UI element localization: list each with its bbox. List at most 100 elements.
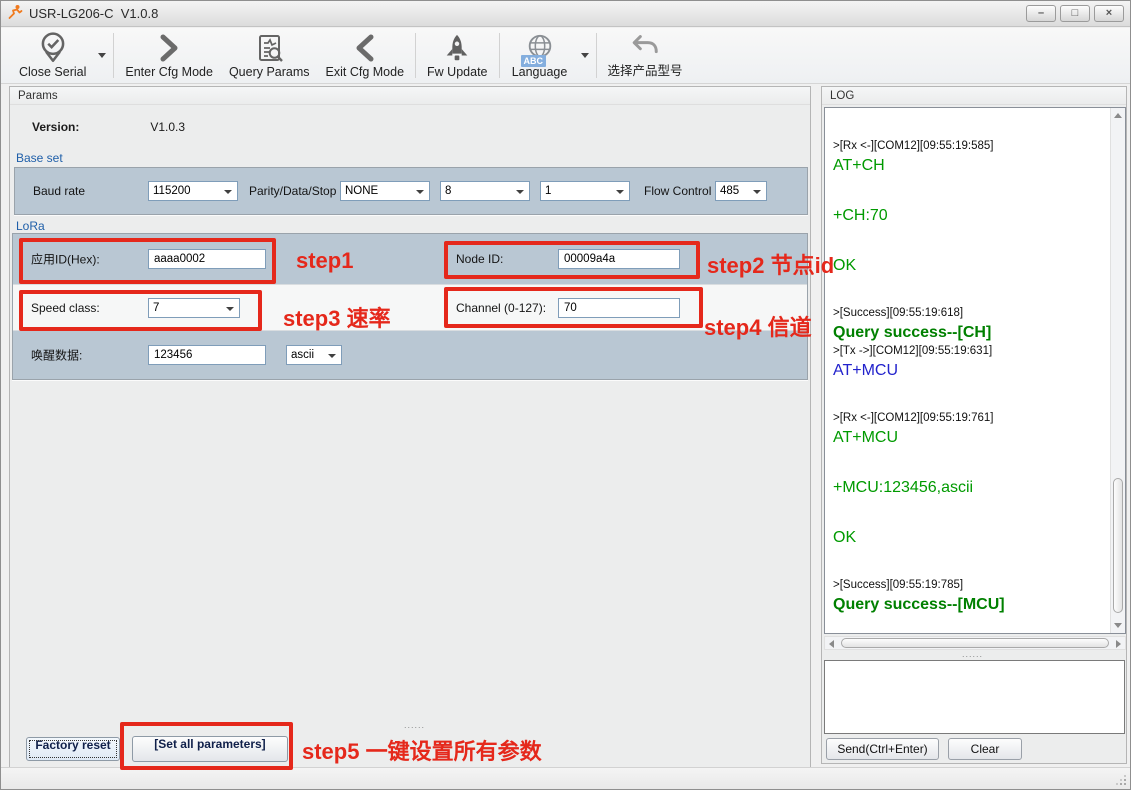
language-button[interactable]: ABC Language [503,28,577,83]
status-bar [1,767,1130,789]
log-line: >[Success][09:55:19:618] [833,305,1107,322]
baud-rate-select[interactable]: 115200 [148,181,238,201]
enter-cfg-mode-button[interactable]: Enter Cfg Mode [117,28,221,83]
log-line: >[Rx <-][COM12][09:55:19:761] [833,410,1107,427]
log-line: OK [833,255,1107,276]
log-view[interactable]: >[Rx <-][COM12][09:55:19:585]AT+CH+CH:70… [824,107,1126,634]
app-window: USR-LG206-C V1.0.8 – □ × Close Serial [0,0,1131,790]
close-button[interactable]: × [1094,5,1124,22]
scroll-right-icon[interactable] [1116,640,1121,648]
speed-class-value: 7 [153,302,159,314]
set-all-parameters-button[interactable]: [Set all parameters] [132,736,288,762]
log-line [833,448,1107,477]
undo-arrow-icon [629,30,661,60]
log-line [833,498,1107,527]
globe-icon: ABC [525,31,555,65]
select-product-model-button[interactable]: 选择产品型号 [600,28,691,83]
baud-rate-value: 115200 [153,185,191,197]
version-row: Version: V1.0.3 [32,120,185,134]
exit-cfg-mode-button[interactable]: Exit Cfg Mode [318,28,413,83]
toolbar-separator [596,33,597,78]
channel-input[interactable]: 70 [558,298,680,318]
send-input[interactable] [824,660,1125,734]
clear-button[interactable]: Clear [948,738,1022,760]
log-line [833,548,1107,577]
abc-badge: ABC [521,55,547,67]
close-serial-label: Close Serial [19,65,86,79]
parity-label: Parity/Data/Stop [249,184,336,198]
wake-data-input[interactable]: 123456 [148,345,266,365]
stop-bits-select[interactable]: 1 [540,181,630,201]
log-line: Query success--[CH] [833,322,1107,343]
query-params-button[interactable]: Query Params [221,28,318,83]
log-line: +CH:70 [833,205,1107,226]
log-lines: >[Rx <-][COM12][09:55:19:585]AT+CH+CH:70… [833,138,1107,615]
maximize-button[interactable]: □ [1060,5,1090,22]
parity-value: NONE [345,185,378,197]
fw-update-button[interactable]: Fw Update [419,28,495,83]
log-panel-header: LOG [822,87,1126,105]
flow-control-value: 485 [720,185,739,197]
speed-channel-row: Speed class: 7 Channel (0-127): 70 [13,284,807,331]
panel-splitter-grip[interactable]: ...... [404,720,425,730]
wake-format-select[interactable]: ascii [286,345,342,365]
parity-select[interactable]: NONE [340,181,430,201]
log-line: >[Success][09:55:19:785] [833,577,1107,594]
serial-pin-check-icon [36,31,70,65]
channel-label: Channel (0-127): [456,301,546,315]
flow-control-select[interactable]: 485 [715,181,767,201]
scroll-down-icon[interactable] [1114,623,1122,628]
log-line: >[Rx <-][COM12][09:55:19:585] [833,138,1107,155]
lora-group-label: LoRa [16,219,45,233]
combo-arrow-icon [226,307,234,311]
wake-format-value: ascii [291,349,314,361]
send-button[interactable]: Send(Ctrl+Enter) [826,738,939,760]
app-icon [7,4,23,23]
log-line: AT+MCU [833,360,1107,381]
log-line: Query success--[MCU] [833,594,1107,615]
combo-arrow-icon [516,190,524,194]
data-bits-value: 8 [445,185,451,197]
toolbar-separator [499,33,500,78]
log-splitter-grip[interactable]: ...... [962,649,983,659]
log-line: AT+MCU [833,427,1107,448]
combo-arrow-icon [616,190,624,194]
factory-reset-button[interactable]: Factory reset [26,737,120,761]
combo-arrow-icon [416,190,424,194]
node-id-input[interactable]: 00009a4a [558,249,680,269]
combo-arrow-icon [224,190,232,194]
language-dropdown[interactable] [577,28,593,83]
stop-bits-value: 1 [545,185,551,197]
scroll-up-icon[interactable] [1114,113,1122,118]
toolbar-separator [415,33,416,78]
node-id-label: Node ID: [456,252,503,266]
log-vertical-scrollbar[interactable] [1110,108,1125,633]
lora-group: 应用ID(Hex): aaaa0002 Node ID: 00009a4a Sp… [12,233,808,380]
vscroll-thumb[interactable] [1113,478,1123,613]
language-label: Language [512,65,568,79]
doc-magnifier-icon [253,31,285,65]
log-horizontal-scrollbar[interactable] [824,636,1126,650]
select-product-model-label: 选择产品型号 [608,60,683,79]
toolbar: Close Serial Enter Cfg Mode Query Params [1,28,1130,84]
chevron-left-icon [352,31,378,65]
data-bits-select[interactable]: 8 [440,181,530,201]
params-panel: Params Version: V1.0.3 Base set Baud rat… [9,86,811,773]
chevron-right-icon [156,31,182,65]
combo-arrow-icon [753,190,761,194]
params-panel-header: Params [10,87,810,105]
wake-data-label: 唤醒数据: [31,347,82,364]
hscroll-thumb[interactable] [841,638,1109,648]
exit-cfg-mode-label: Exit Cfg Mode [326,65,405,79]
log-line: OK [833,527,1107,548]
log-panel: LOG >[Rx <-][COM12][09:55:19:585]AT+CH+C… [821,86,1127,764]
close-serial-dropdown[interactable] [94,28,110,83]
close-serial-button[interactable]: Close Serial [11,28,94,83]
base-set-group-label: Base set [16,151,63,165]
query-params-label: Query Params [229,65,310,79]
app-id-input[interactable]: aaaa0002 [148,249,266,269]
scroll-left-icon[interactable] [829,640,834,648]
resize-grip[interactable] [1124,783,1126,785]
minimize-button[interactable]: – [1026,5,1056,22]
speed-class-select[interactable]: 7 [148,298,240,318]
